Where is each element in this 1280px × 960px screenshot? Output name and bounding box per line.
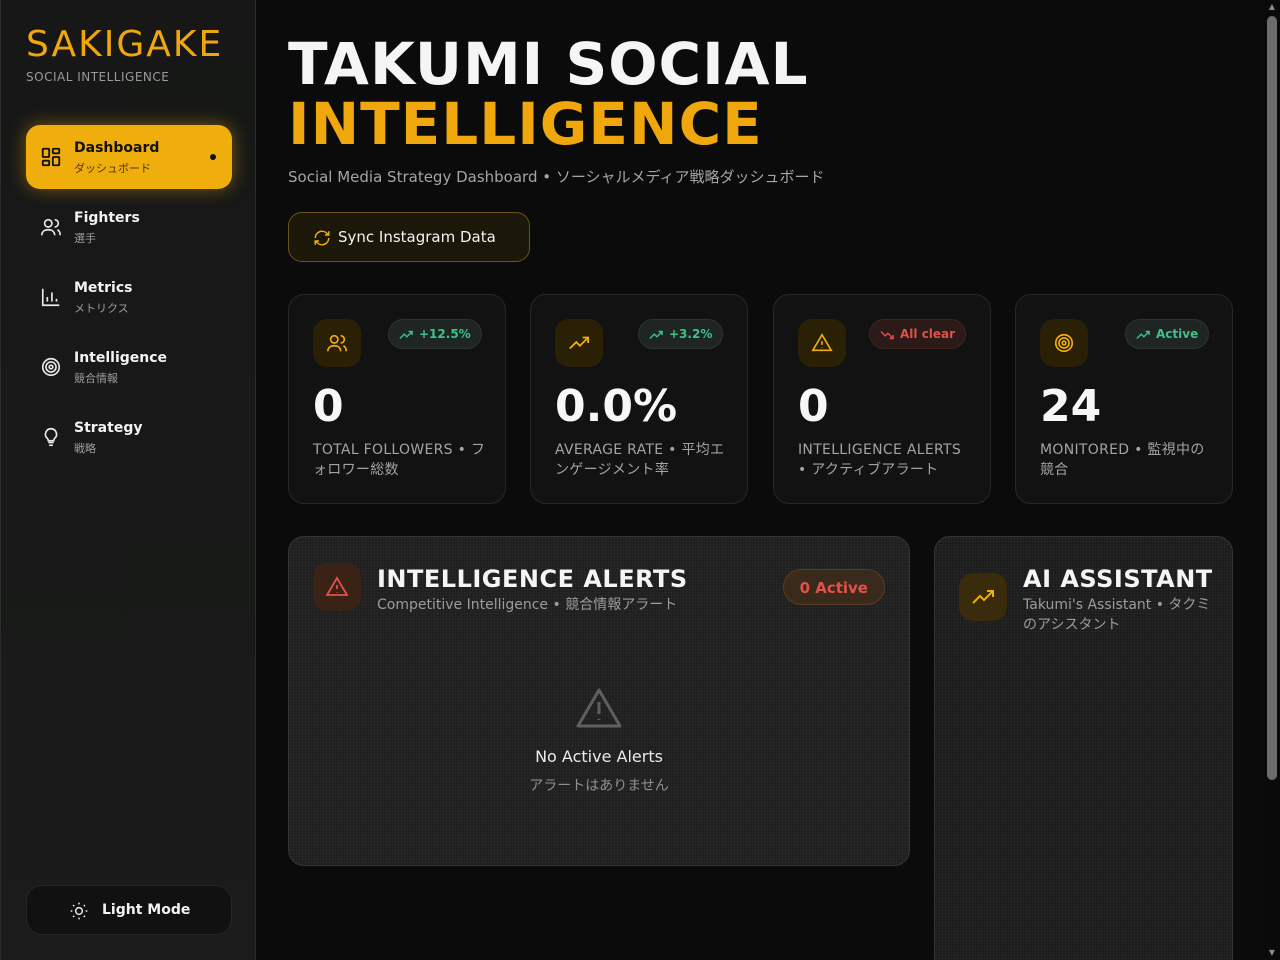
ai-icon-container xyxy=(959,573,1007,621)
empty-state-subtitle: アラートはありません xyxy=(529,778,669,794)
trending-up-icon xyxy=(399,330,413,339)
dashboard-icon xyxy=(41,147,61,167)
bar-chart-icon xyxy=(41,288,60,307)
stat-label: MONITORED • 監視中の競合 xyxy=(1040,442,1205,478)
stat-badge-text: Active xyxy=(1156,327,1199,341)
stat-card-total-followers: +12.5% 0 TOTAL FOLLOWERS • フォロワー総数 xyxy=(288,294,506,504)
stat-badge: +3.2% xyxy=(638,319,724,349)
brand-title: SAKIGAKE xyxy=(26,24,224,65)
alert-triangle-icon xyxy=(325,576,349,596)
stat-icon-container xyxy=(798,319,846,367)
page-title-line-1: TAKUMI SOCIAL xyxy=(288,30,809,98)
page-subtitle: Social Media Strategy Dashboard • ソーシャルメ… xyxy=(288,168,825,186)
stat-badge-text: All clear xyxy=(900,327,956,341)
sidebar-item-label: Strategy xyxy=(74,420,143,436)
sidebar-item-sublabel: 戦略 xyxy=(74,442,96,455)
alert-triangle-icon xyxy=(576,688,622,728)
users-icon xyxy=(41,218,61,236)
sidebar: SAKIGAKE SOCIAL INTELLIGENCE Dashboard ダ… xyxy=(0,0,256,960)
page-title-line-2: INTELLIGENCE xyxy=(288,90,763,158)
stat-label: TOTAL FOLLOWERS • フォロワー総数 xyxy=(313,442,486,478)
stat-badge-text: +3.2% xyxy=(669,327,713,341)
page-scrollbar[interactable]: ▲ ▼ xyxy=(1264,0,1280,960)
ai-panel-title: AI ASSISTANT xyxy=(1023,565,1213,593)
stat-value: 0 xyxy=(798,381,829,432)
trending-up-icon xyxy=(972,590,994,604)
stat-badge: Active xyxy=(1125,319,1210,349)
sidebar-item-intelligence[interactable]: Intelligence 競合情報 xyxy=(26,335,232,399)
sidebar-item-sublabel: 競合情報 xyxy=(74,372,118,385)
active-alerts-badge: 0 Active xyxy=(782,569,885,605)
stat-card-monitored: Active 24 MONITORED • 監視中の競合 xyxy=(1015,294,1233,504)
sidebar-item-dashboard[interactable]: Dashboard ダッシュボード xyxy=(26,125,232,189)
light-mode-toggle[interactable]: Light Mode xyxy=(26,885,232,935)
trending-down-icon xyxy=(880,331,894,340)
stat-card-average-rate: +3.2% 0.0% AVERAGE RATE • 平均エンゲージメント率 xyxy=(530,294,748,504)
sun-icon xyxy=(70,902,88,920)
sidebar-item-fighters[interactable]: Fighters 選手 xyxy=(26,195,232,259)
sidebar-item-metrics[interactable]: Metrics メトリクス xyxy=(26,265,232,329)
ai-assistant-panel: AI ASSISTANT Takumi's Assistant • タクミのアシ… xyxy=(934,536,1233,960)
sidebar-item-label: Intelligence xyxy=(74,350,168,366)
stat-card-intelligence-alerts: All clear 0 INTELLIGENCE ALERTS • アクティブア… xyxy=(773,294,991,504)
scroll-up-arrow-icon[interactable]: ▲ xyxy=(1267,2,1277,12)
scrollbar-thumb[interactable] xyxy=(1267,16,1277,780)
stat-icon-container xyxy=(1040,319,1088,367)
scroll-down-arrow-icon[interactable]: ▼ xyxy=(1267,948,1277,958)
sidebar-item-sublabel: メトリクス xyxy=(74,302,129,315)
light-mode-label: Light Mode xyxy=(102,902,191,918)
trending-up-icon xyxy=(1136,330,1150,339)
stat-value: 0.0% xyxy=(555,381,678,432)
intelligence-alerts-panel: INTELLIGENCE ALERTS Competitive Intellig… xyxy=(288,536,910,866)
sidebar-item-strategy[interactable]: Strategy 戦略 xyxy=(26,405,232,469)
trending-up-icon xyxy=(649,330,663,339)
alert-icon-container xyxy=(313,563,361,611)
target-icon xyxy=(1054,333,1074,353)
stat-badge: All clear xyxy=(869,319,967,349)
trending-up-icon xyxy=(569,336,590,350)
sidebar-item-sublabel: 選手 xyxy=(74,232,96,245)
lightbulb-icon xyxy=(44,427,58,447)
sync-button-label: Sync Instagram Data xyxy=(338,228,496,246)
ai-panel-subtitle: Takumi's Assistant • タクミのアシスタント xyxy=(1023,597,1211,633)
active-indicator-dot xyxy=(210,154,216,160)
stat-label: AVERAGE RATE • 平均エンゲージメント率 xyxy=(555,442,725,478)
stat-badge: +12.5% xyxy=(388,319,482,349)
alerts-panel-subtitle: Competitive Intelligence • 競合情報アラート xyxy=(377,597,678,613)
brand-subtitle: SOCIAL INTELLIGENCE xyxy=(26,70,170,84)
users-icon xyxy=(327,334,347,352)
alert-triangle-icon xyxy=(811,333,833,352)
stat-badge-text: +12.5% xyxy=(419,327,471,341)
stat-icon-container xyxy=(313,319,361,367)
refresh-icon xyxy=(314,230,330,246)
stat-label: INTELLIGENCE ALERTS • アクティブアラート xyxy=(798,442,962,478)
stat-value: 24 xyxy=(1040,381,1102,432)
sidebar-item-label: Dashboard xyxy=(74,140,160,156)
sync-instagram-button[interactable]: Sync Instagram Data xyxy=(288,212,530,262)
sidebar-item-label: Metrics xyxy=(74,280,133,296)
alerts-panel-title: INTELLIGENCE ALERTS xyxy=(377,565,688,593)
stat-icon-container xyxy=(555,319,603,367)
sidebar-item-label: Fighters xyxy=(74,210,140,226)
empty-state-title: No Active Alerts xyxy=(535,747,663,766)
sidebar-item-sublabel: ダッシュボード xyxy=(74,162,151,175)
stat-value: 0 xyxy=(313,381,344,432)
target-icon xyxy=(41,357,61,377)
